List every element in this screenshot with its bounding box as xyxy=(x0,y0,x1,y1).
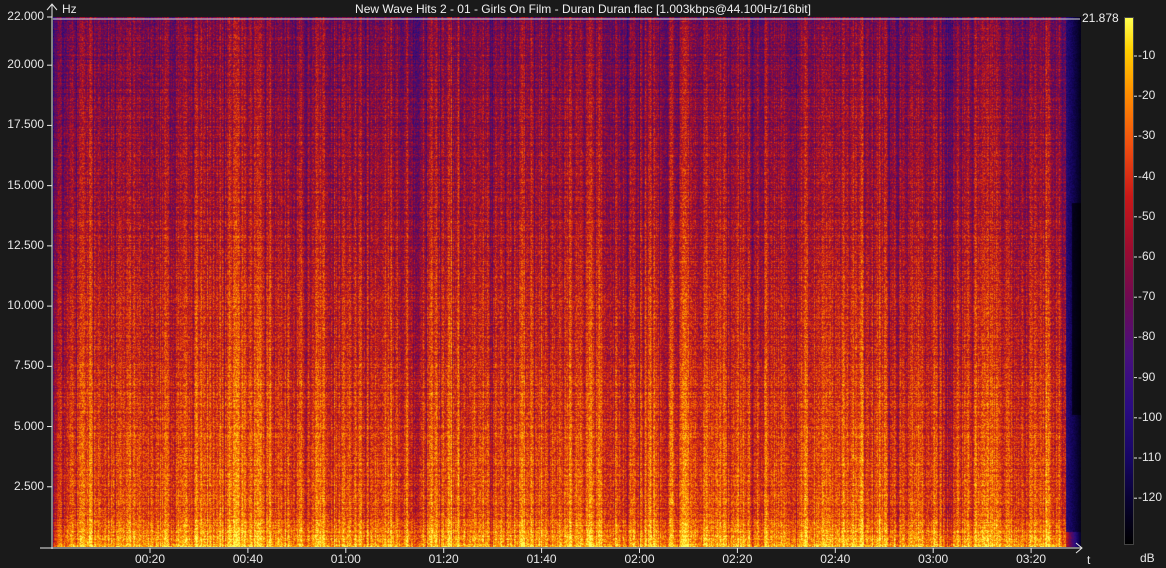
y-tick-label: 10.000 xyxy=(7,298,44,313)
colorbar-tick-label: -10 xyxy=(1138,48,1156,62)
colorbar-tick-label: -110 xyxy=(1138,450,1162,464)
colorbar-tick-label: -20 xyxy=(1138,88,1156,103)
max-frequency-label: 21.878 xyxy=(1082,11,1119,25)
y-tick-label: 12.500 xyxy=(7,237,44,252)
x-tick-label: 03:00 xyxy=(918,552,949,566)
spectrogram-plot[interactable] xyxy=(53,17,1081,547)
x-ticks xyxy=(149,548,1032,553)
y-tick-label: 15.000 xyxy=(7,177,44,192)
colorbar-tick-label: -50 xyxy=(1138,208,1156,223)
x-tick-label: 03:20 xyxy=(1016,552,1047,566)
x-tick-label: 02:40 xyxy=(820,552,851,566)
colorbar-tick-label: -120 xyxy=(1138,490,1163,505)
file-title: New Wave Hits 2 - 01 - Girls On Film - D… xyxy=(355,2,811,16)
y-tick-label: 7.500 xyxy=(13,358,44,373)
colorbar-tick-label: -70 xyxy=(1138,289,1156,304)
x-tick-label: 02:20 xyxy=(722,552,753,566)
y-tick-label: 2.500 xyxy=(13,478,44,493)
x-tick-label: 01:00 xyxy=(330,552,361,566)
colorbar xyxy=(1124,17,1134,545)
x-axis-unit: t xyxy=(1087,553,1091,567)
colorbar-tick-label: -40 xyxy=(1138,168,1156,183)
x-tick-label: 01:40 xyxy=(526,552,557,566)
y-ticks xyxy=(47,16,52,488)
colorbar-tick-label: -90 xyxy=(1138,369,1156,384)
y-axis-unit: Hz xyxy=(62,2,77,16)
colorbar-unit: dB xyxy=(1140,551,1155,565)
colorbar-tick-label: -100 xyxy=(1138,409,1163,424)
x-tick-label: 00:40 xyxy=(232,552,263,566)
y-tick-label: 22.000 xyxy=(7,9,44,23)
x-tick-label: 01:20 xyxy=(428,552,459,566)
x-tick-label: 02:00 xyxy=(624,552,655,566)
spectrogram-window: New Wave Hits 2 - 01 - Girls On Film - D… xyxy=(0,0,1166,568)
y-tick-label: 17.500 xyxy=(7,117,44,132)
x-tick-label: 00:20 xyxy=(134,552,166,566)
y-tick-label: 5.000 xyxy=(13,418,44,433)
y-tick-label: 20.000 xyxy=(7,57,44,72)
colorbar-tick-label: -30 xyxy=(1138,128,1156,143)
colorbar-tick-label: -60 xyxy=(1138,249,1156,263)
colorbar-tick-label: -80 xyxy=(1138,329,1156,344)
